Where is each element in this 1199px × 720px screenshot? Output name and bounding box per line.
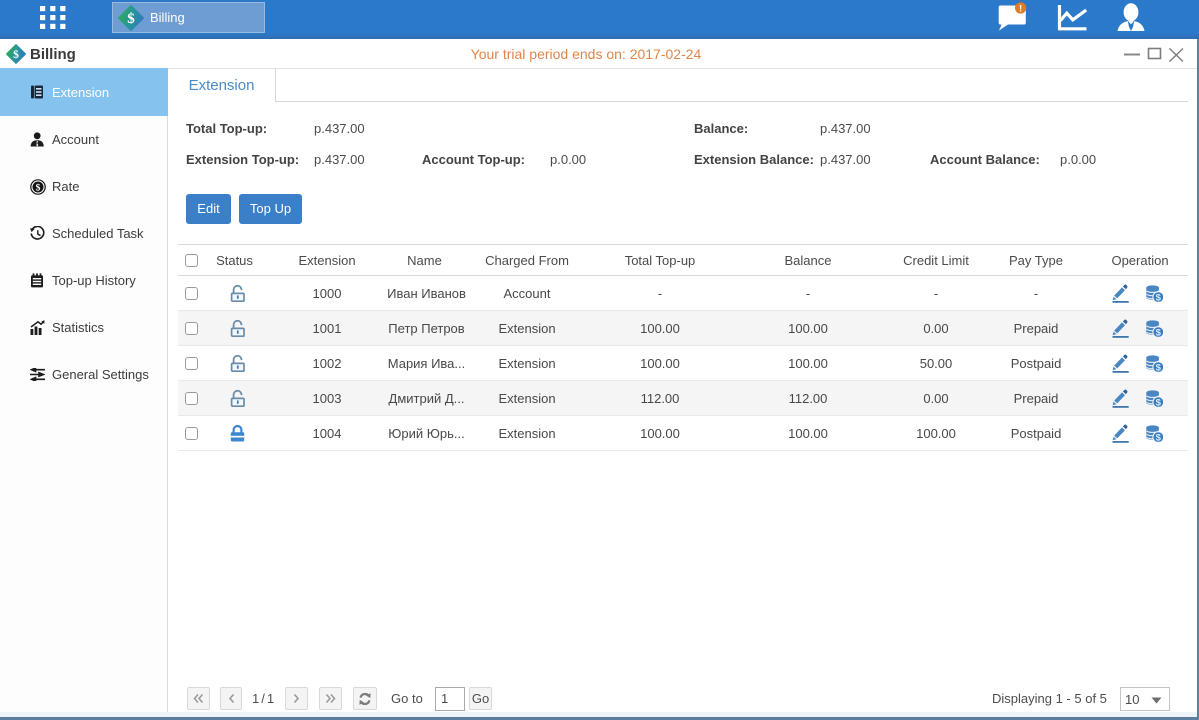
svg-text:$: $ <box>127 11 135 27</box>
svg-text:$: $ <box>36 182 41 193</box>
svg-text:!: ! <box>1019 4 1022 15</box>
